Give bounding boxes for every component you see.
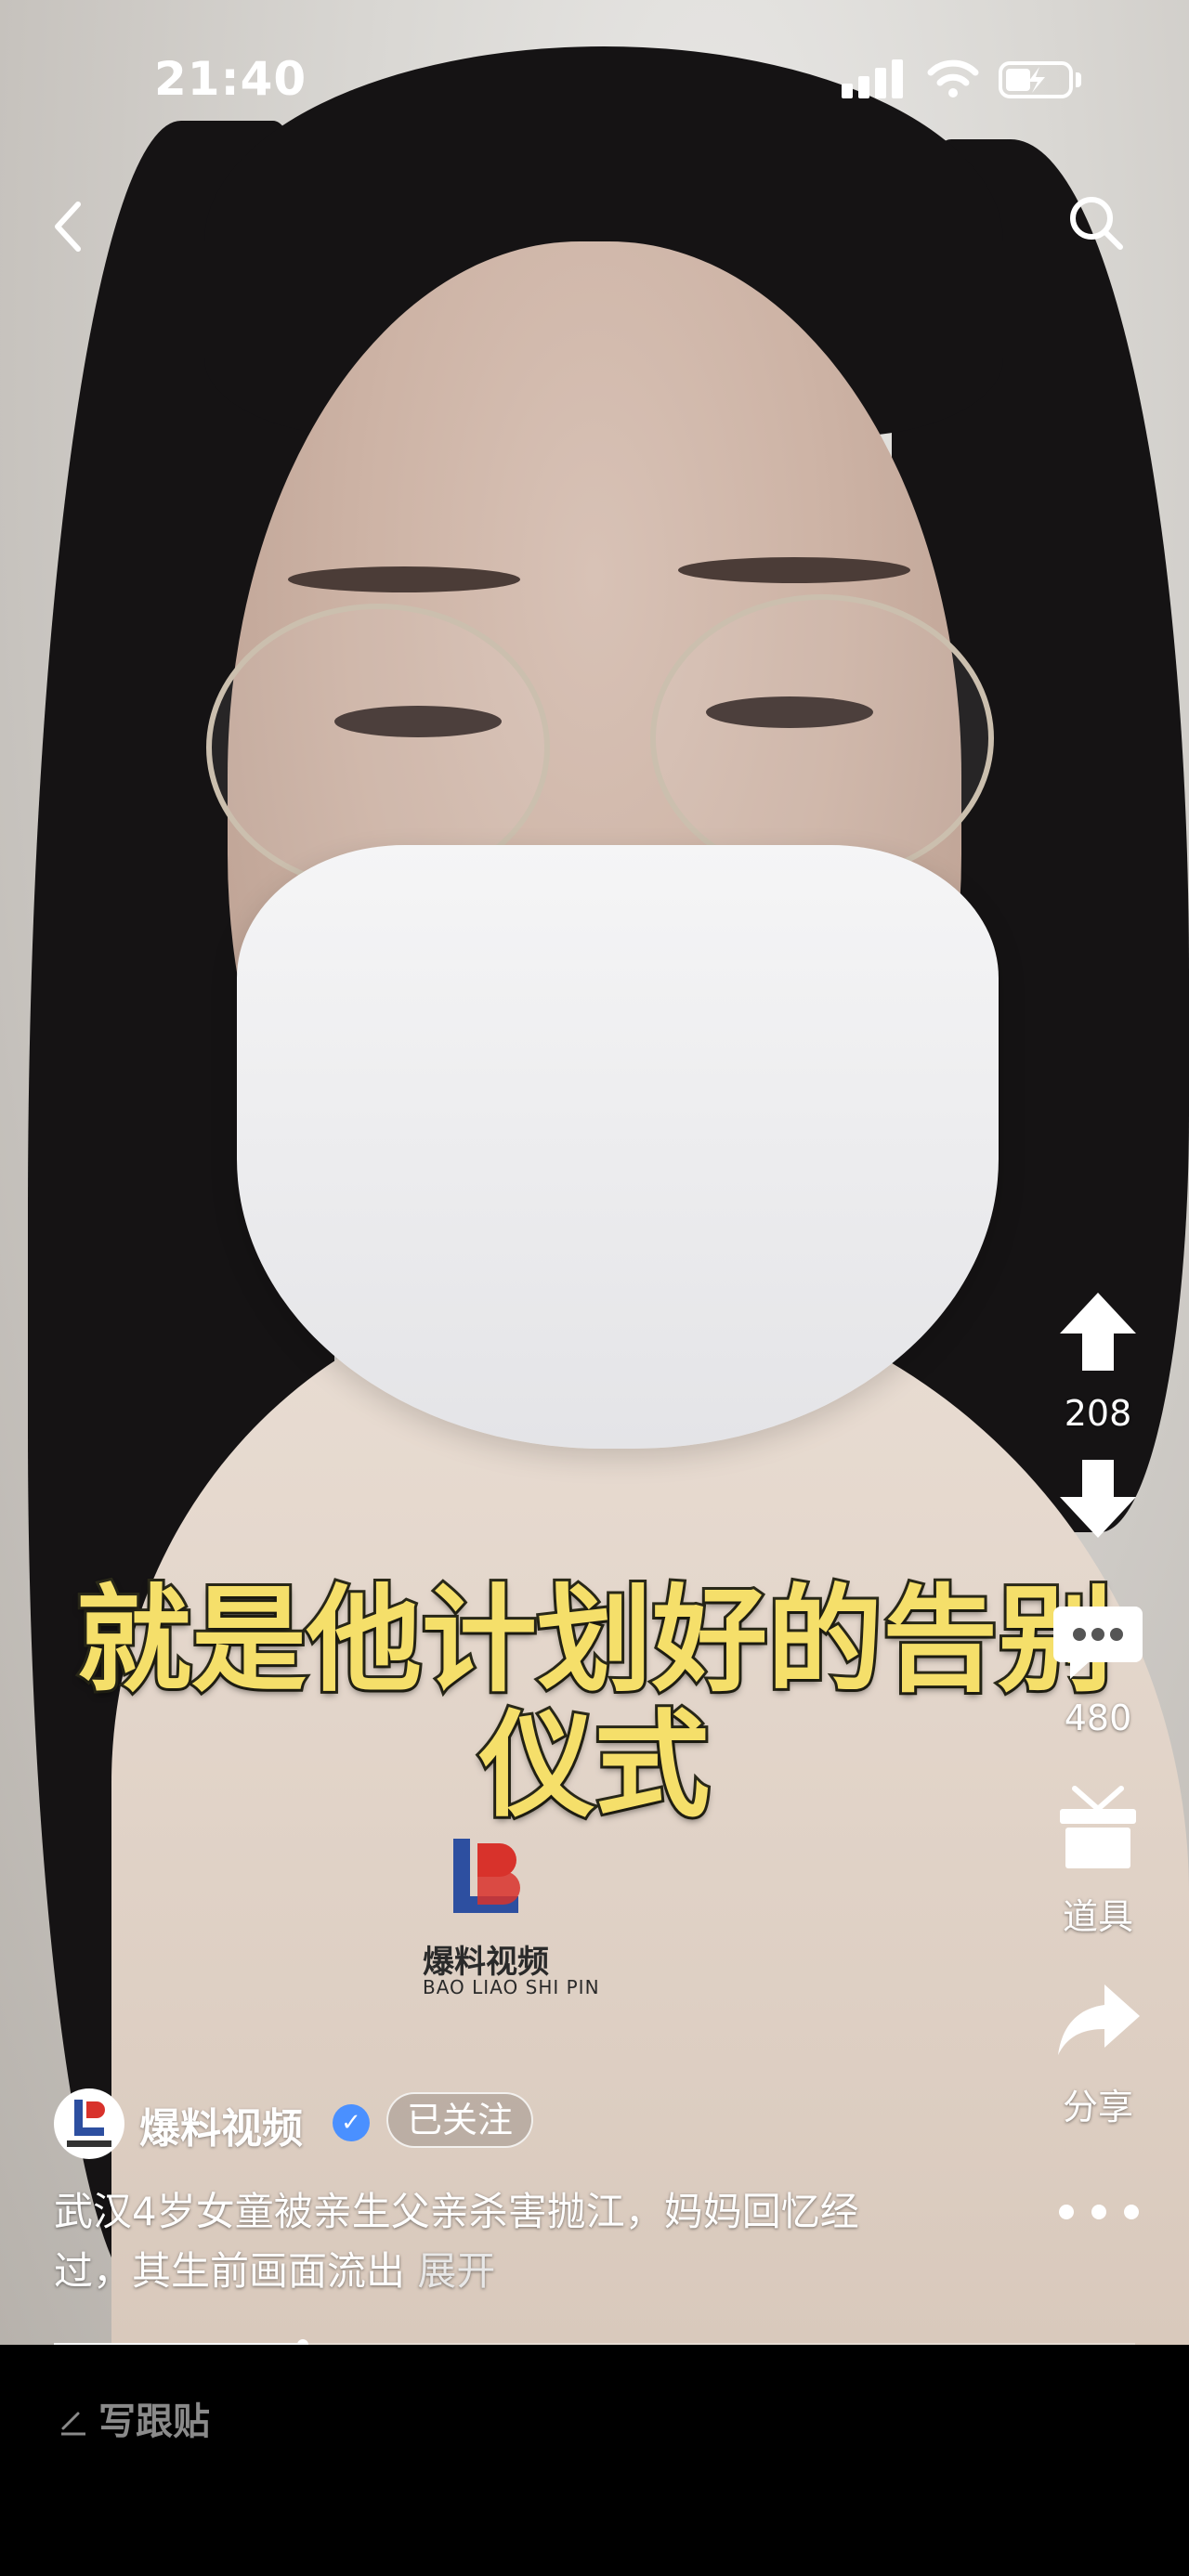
search-icon[interactable] [1066,193,1126,253]
follow-button[interactable]: 已关注 [386,2092,534,2148]
props-label: 道具 [1062,1896,1133,1937]
caption-line-1: 就是他计划好的告别 [73,1574,1116,1708]
share-icon[interactable] [1054,1981,1142,2059]
wifi-icon [927,59,979,98]
share-label: 分享 [1062,2087,1133,2127]
write-post-label: 写跟贴 [98,2400,210,2443]
author-name[interactable]: 爆料视频 [139,2095,303,2154]
video-frame[interactable]: 就是他计划好的告别 仪式 爆料视频 BAO LIAO SHI PIN [0,0,1189,2345]
video-description[interactable]: 武汉4岁女童被亲生父亲杀害抛江，妈妈回忆经过，其生前画面流出 展开 [54,2182,927,2301]
write-post-button[interactable]: 写跟贴 [58,2391,210,2445]
verified-badge-icon: ✓ [333,2104,370,2141]
upvote-count: 208 [1064,1393,1132,1434]
pencil-icon [61,2412,85,2436]
left-brow [288,566,520,592]
face-mask [237,845,999,1449]
caption-line-2: 仪式 [477,1699,712,1833]
bottom-bar [0,2345,1189,2576]
expand-button[interactable]: 展开 [417,2248,495,2294]
upvote-arrow-icon[interactable] [1056,1289,1140,1374]
more-options-icon[interactable] [1059,2201,1139,2223]
signal-icon [842,58,907,98]
comment-count: 480 [1064,1698,1132,1738]
watermark-subtitle: BAO LIAO SHI PIN [423,1976,600,1998]
downvote-arrow-icon[interactable] [1056,1456,1140,1542]
comment-icon[interactable] [1052,1599,1144,1685]
gift-icon[interactable] [1056,1783,1140,1872]
glasses-right-lens [650,594,994,882]
author-avatar[interactable] [54,2088,124,2159]
watermark-name: 爆料视频 [423,1944,549,1981]
video-player-screen: 就是他计划好的告别 仪式 爆料视频 BAO LIAO SHI PIN 21:40 [0,0,1189,2576]
status-time: 21:40 [154,52,307,106]
battery-tip [1076,72,1081,87]
watermark-logo [453,1839,520,1913]
right-brow [678,557,910,583]
chevron-left-icon[interactable] [46,197,87,256]
battery-icon [999,61,1073,98]
